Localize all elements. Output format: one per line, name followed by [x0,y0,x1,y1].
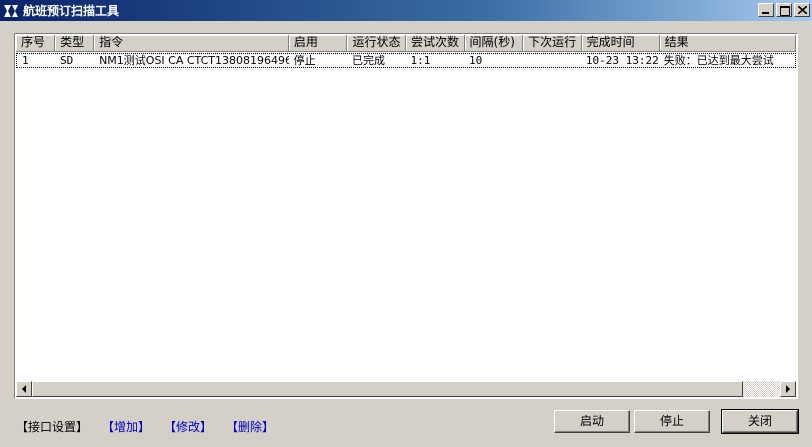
scroll-thumb[interactable] [32,381,743,397]
column-header-enabled[interactable]: 启用 [288,35,348,52]
column-header-status[interactable]: 运行状态 [347,35,406,52]
cell-type: SD [60,54,74,67]
interface-settings-link[interactable]: 【接口设置】 [16,418,88,435]
task-list[interactable]: 序号 类型 指令 启用 运行状态 尝试次数 间隔(秒) 下次运行 完成时间 结果… [14,33,798,399]
table-header: 序号 类型 指令 启用 运行状态 尝试次数 间隔(秒) 下次运行 完成时间 结果 [16,35,796,52]
modify-link[interactable]: 【修改】 [164,418,212,435]
column-header-next-run[interactable]: 下次运行 [523,35,582,52]
cell-result: 失败：已达到最大尝试 [663,54,774,67]
column-header-completed-time[interactable]: 完成时间 [581,35,660,52]
cell-interval: 10 [468,54,483,67]
column-header-type[interactable]: 类型 [55,35,95,52]
maximize-button[interactable] [776,3,792,17]
close-button[interactable]: 关闭 [721,409,799,434]
scroll-left-button[interactable] [16,381,32,397]
delete-link[interactable]: 【删除】 [226,418,274,435]
table-row[interactable]: 1 SD NM1测试OSI CA CTCT13808196496@ 停止 已完成… [16,53,796,68]
cell-attempts: 1:1 [410,54,431,67]
window-title: 航班预订扫描工具 [23,4,120,18]
column-header-seq[interactable]: 序号 [16,35,56,52]
minimize-button[interactable] [758,3,774,17]
close-window-button[interactable] [794,3,810,17]
cell-seq: 1 [22,54,29,67]
cell-command: NM1测试OSI CA CTCT13808196496@ [99,54,289,67]
title-bar[interactable]: 航班预订扫描工具 [0,0,812,21]
stop-button[interactable]: 停止 [634,410,710,433]
add-link[interactable]: 【增加】 [102,418,150,435]
cell-status: 已完成 [352,54,386,67]
start-button[interactable]: 启动 [554,410,630,433]
cell-completed-time: 10-23 13:22 [585,54,659,67]
cell-next-run [522,54,580,67]
horizontal-scrollbar[interactable] [16,381,796,397]
column-header-command[interactable]: 指令 [94,35,289,52]
cell-enabled: 停止 [293,54,316,67]
close-icon [798,6,807,14]
arrow-left-icon [22,385,26,393]
arrow-right-icon [786,385,790,393]
app-icon [2,1,20,20]
scroll-track[interactable] [743,381,780,397]
scroll-right-button[interactable] [780,381,796,397]
column-header-result[interactable]: 结果 [659,35,796,52]
column-header-attempts[interactable]: 尝试次数 [406,35,465,52]
column-header-interval[interactable]: 间隔(秒) [464,35,524,52]
